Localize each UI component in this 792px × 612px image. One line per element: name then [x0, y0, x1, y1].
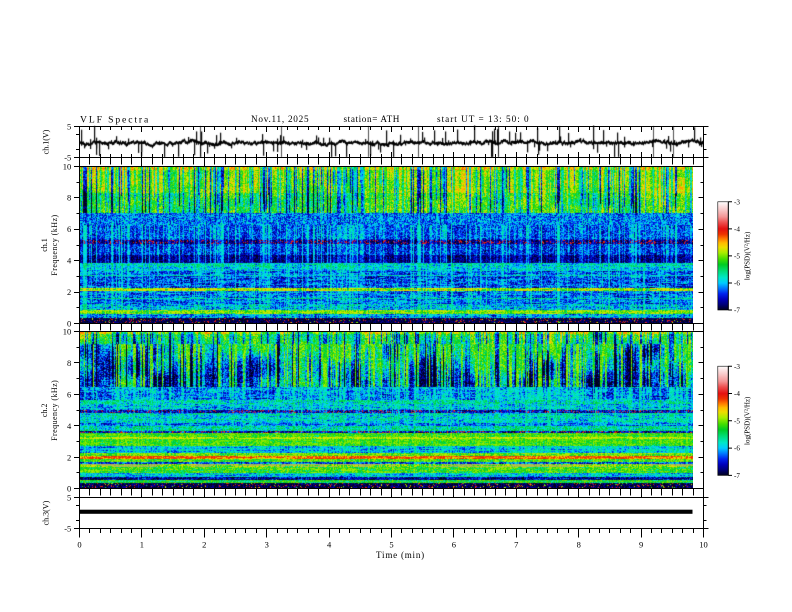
svg-text:4: 4	[67, 256, 72, 266]
svg-text:10: 10	[63, 161, 72, 171]
svg-text:station= ATH: station= ATH	[344, 114, 401, 124]
svg-text:5: 5	[67, 121, 71, 131]
svg-text:6: 6	[452, 540, 456, 550]
svg-text:9: 9	[639, 540, 643, 550]
svg-text:VLF Spectra: VLF Spectra	[80, 114, 150, 125]
svg-text:-3: -3	[734, 198, 740, 206]
svg-text:7: 7	[514, 540, 518, 550]
svg-text:6: 6	[67, 224, 71, 234]
svg-text:-6: -6	[734, 280, 740, 288]
svg-text:0: 0	[77, 540, 81, 550]
svg-text:-5: -5	[64, 523, 71, 533]
svg-text:ch.1(V): ch.1(V)	[42, 129, 51, 154]
svg-text:start UT = 13: 50: 0: start UT = 13: 50: 0	[437, 114, 530, 124]
svg-text:Nov.11, 2025: Nov.11, 2025	[251, 114, 309, 124]
svg-text:-6: -6	[734, 445, 740, 453]
svg-text:6: 6	[67, 390, 71, 400]
svg-text:2: 2	[202, 540, 206, 550]
svg-text:4: 4	[327, 540, 332, 550]
svg-text:1: 1	[140, 540, 144, 550]
svg-text:10: 10	[63, 327, 72, 337]
svg-text:Time (min): Time (min)	[376, 550, 425, 560]
svg-text:-7: -7	[734, 472, 740, 480]
svg-text:-5: -5	[734, 253, 740, 261]
svg-text:log(PSD)(V²/Hz): log(PSD)(V²/Hz)	[744, 396, 752, 445]
svg-text:Frequency (kHz): Frequency (kHz)	[50, 214, 59, 275]
svg-text:8: 8	[67, 358, 71, 368]
svg-text:-4: -4	[734, 225, 740, 233]
svg-text:2: 2	[67, 287, 71, 297]
svg-text:10: 10	[699, 540, 708, 550]
svg-text:Frequency (kHz): Frequency (kHz)	[50, 380, 59, 441]
svg-text:ch.2: ch.2	[40, 404, 49, 418]
svg-text:8: 8	[577, 540, 581, 550]
svg-text:-3: -3	[734, 363, 740, 371]
svg-text:4: 4	[67, 421, 72, 431]
svg-text:ch.3(V): ch.3(V)	[42, 500, 51, 525]
svg-text:ch.1: ch.1	[40, 238, 49, 252]
svg-text:3: 3	[265, 540, 269, 550]
svg-text:-7: -7	[734, 307, 740, 315]
svg-text:log(PSD)(V²/Hz): log(PSD)(V²/Hz)	[744, 231, 752, 280]
svg-text:2: 2	[67, 452, 71, 462]
svg-text:-4: -4	[734, 390, 740, 398]
svg-text:5: 5	[389, 540, 393, 550]
svg-text:-5: -5	[734, 417, 740, 425]
svg-text:8: 8	[67, 193, 71, 203]
svg-text:5: 5	[67, 493, 71, 503]
